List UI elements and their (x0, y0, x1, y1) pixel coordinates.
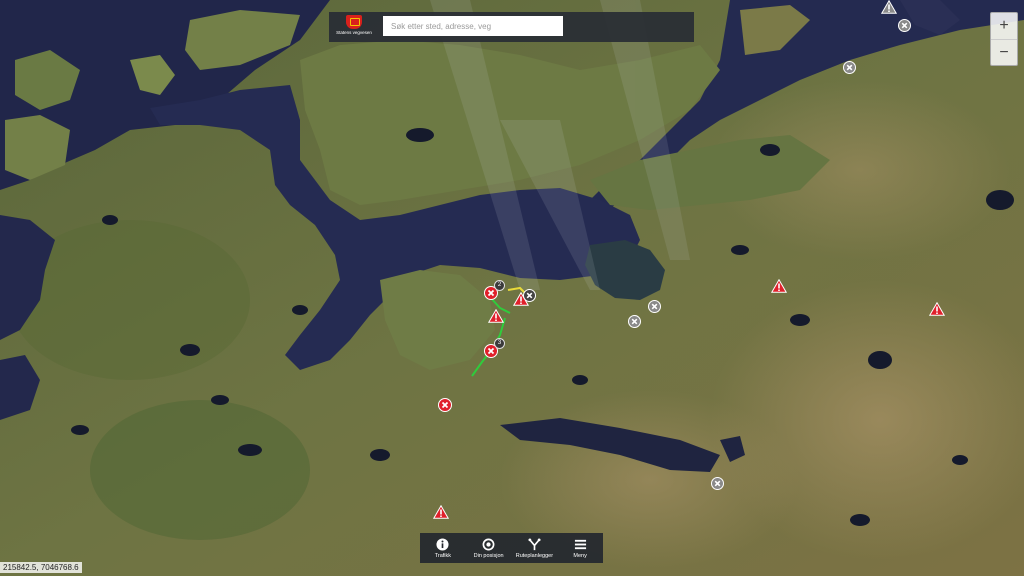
nav-meny-label: Meny (573, 552, 587, 559)
header-bar: Statens vegvesen (329, 12, 694, 42)
nav-din-posisjon-button[interactable]: Din posisjon (466, 533, 512, 563)
route-icon (528, 537, 541, 550)
info-icon (436, 537, 449, 551)
target-icon (482, 538, 495, 550)
zoom-out-button[interactable]: − (991, 40, 1017, 66)
cluster-count-badge[interactable]: 3 (494, 338, 505, 349)
statens-vegvesen-logo[interactable]: Statens vegvesen (335, 15, 373, 39)
zoom-controls: + − (990, 12, 1018, 66)
nav-meny-button[interactable]: Meny (557, 533, 603, 563)
road-closed-icon[interactable] (711, 477, 724, 490)
nav-trafikk-button[interactable]: Trafikk (420, 533, 466, 563)
warning-icon[interactable] (881, 0, 897, 14)
road-closed-icon[interactable] (648, 300, 661, 313)
logo-shield-icon (346, 15, 362, 29)
logo-text: Statens vegvesen (336, 30, 372, 35)
nav-ruteplanlegger-label: Ruteplanlegger (515, 552, 554, 559)
nav-ruteplanlegger-button[interactable]: Ruteplanlegger (512, 533, 558, 563)
nav-trafikk-label: Trafikk (434, 552, 452, 559)
menu-icon (574, 539, 586, 549)
road-closed-icon[interactable] (843, 61, 856, 74)
road-closed-icon[interactable] (898, 19, 911, 32)
zoom-in-button[interactable]: + (991, 13, 1017, 40)
warning-icon[interactable] (433, 505, 449, 519)
bottom-nav: Trafikk Din posisjon Ruteplanlegger Meny (420, 533, 603, 563)
road-closed-icon[interactable] (523, 289, 536, 302)
road-closed-icon[interactable] (438, 398, 452, 412)
search-input[interactable] (383, 16, 563, 36)
warning-icon[interactable] (488, 309, 504, 323)
nav-din-posisjon-label: Din posisjon (473, 552, 504, 559)
cluster-count-badge[interactable]: 2 (494, 280, 505, 291)
warning-icon[interactable] (771, 279, 787, 293)
satellite-map[interactable] (0, 0, 1024, 576)
warning-icon[interactable] (929, 302, 945, 316)
coordinate-readout: 215842.5, 7046768.6 (0, 562, 82, 573)
road-closed-icon[interactable] (628, 315, 641, 328)
